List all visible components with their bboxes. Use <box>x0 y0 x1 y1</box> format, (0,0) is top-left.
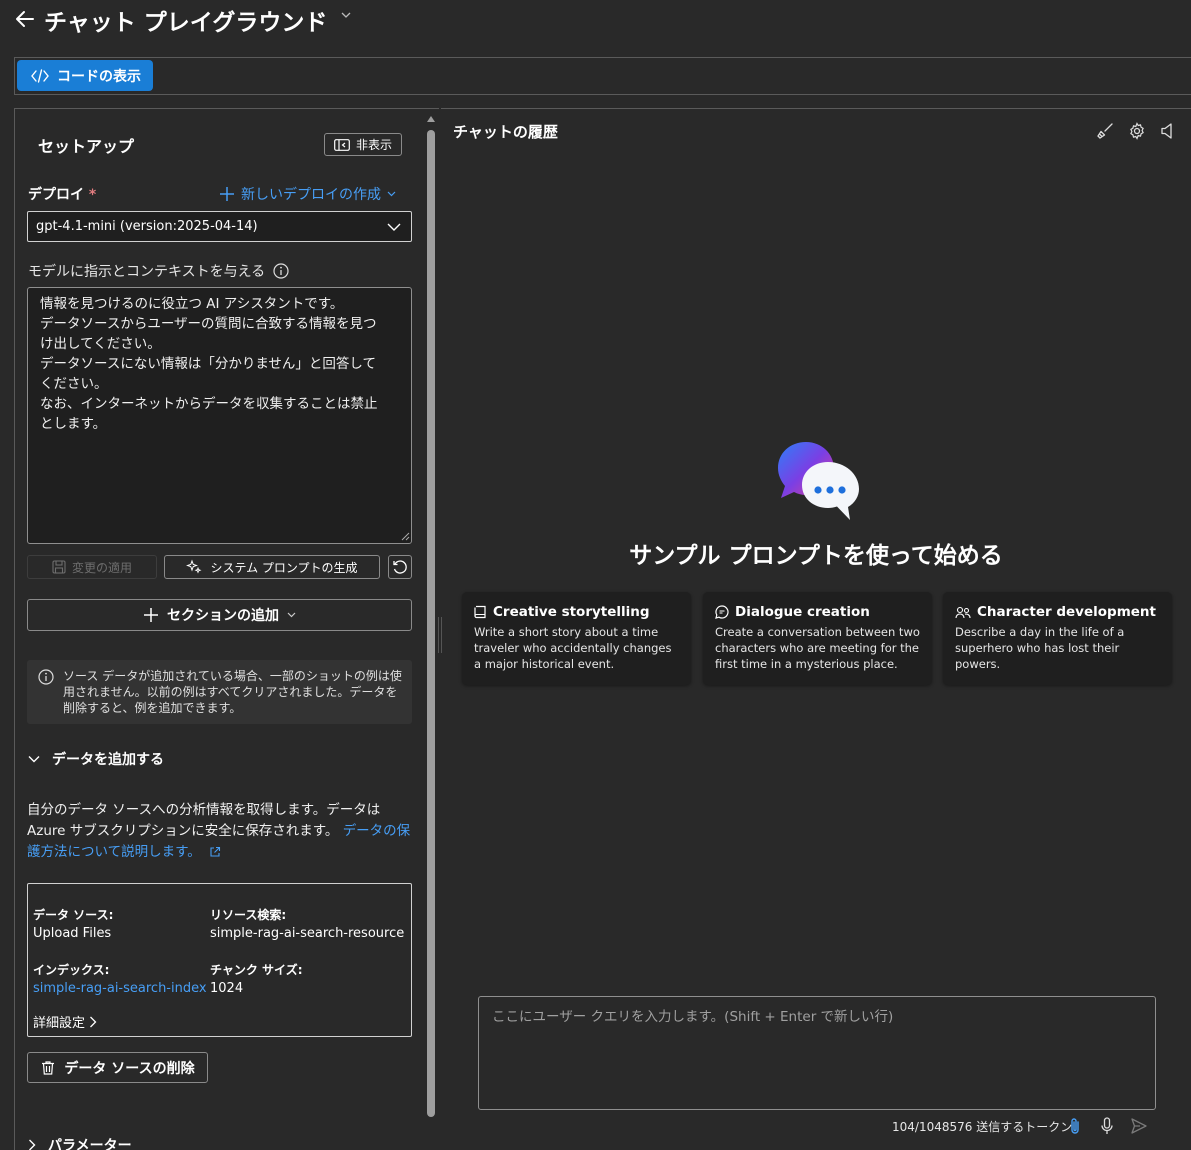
reset-button[interactable] <box>388 555 412 579</box>
settings-gear-icon[interactable] <box>1128 122 1146 140</box>
card-description: Write a short story about a time travele… <box>474 625 672 671</box>
attach-paperclip-icon[interactable] <box>1068 1117 1082 1135</box>
chevron-down-icon <box>387 191 396 197</box>
chat-history-title: チャットの履歴 <box>453 123 558 141</box>
add-data-section-toggle[interactable]: データを追加する <box>28 749 164 769</box>
deploy-select[interactable]: gpt-4.1-mini (version:2025-04-14) <box>27 211 412 242</box>
delete-datasource-button[interactable]: データ ソースの削除 <box>27 1052 208 1083</box>
save-icon <box>52 560 66 574</box>
resource-value: simple-rag-ai-search-resource <box>210 926 405 941</box>
apply-label: 変更の適用 <box>71 560 132 575</box>
view-code-label: コードの表示 <box>57 68 141 85</box>
plus-icon <box>143 607 159 623</box>
user-query-input[interactable]: ここにユーザー クエリを入力します。(Shift + Enter で新しい行) <box>478 996 1156 1110</box>
generate-system-prompt-button[interactable]: システム プロンプトの生成 <box>164 555 380 579</box>
scroll-up-arrow-icon[interactable] <box>427 116 435 122</box>
scrollbar-thumb[interactable] <box>427 130 435 1117</box>
card-title: Dialogue creation <box>735 604 870 620</box>
card-title: Character development <box>977 604 1156 620</box>
new-deploy-link[interactable]: 新しいデプロイの作成 <box>219 184 396 204</box>
chevron-right-icon <box>28 1139 36 1150</box>
hide-label: 非表示 <box>355 138 392 152</box>
chevron-down-icon <box>387 223 401 231</box>
title-chevron-down-icon[interactable] <box>341 11 351 19</box>
parameters-section-toggle[interactable]: パラメーター <box>28 1135 132 1150</box>
chevron-right-icon <box>89 1016 97 1028</box>
book-icon <box>474 605 487 619</box>
system-message-textarea[interactable]: 情報を見つけるのに役立つ AI アシスタントです。 データソースからユーザーの質… <box>27 287 412 544</box>
generate-prompt-label: システム プロンプトの生成 <box>210 560 358 575</box>
chunk-size-value: 1024 <box>210 981 244 996</box>
chevron-down-icon <box>287 612 296 618</box>
deploy-label: デプロイ * <box>28 187 97 203</box>
people-icon <box>955 606 971 619</box>
card-description: Create a conversation between two charac… <box>715 625 920 671</box>
code-icon <box>31 68 49 83</box>
chunk-size-label: チャンク サイズ: <box>210 963 303 977</box>
info-icon[interactable] <box>273 263 289 279</box>
setup-title: セットアップ <box>38 137 135 156</box>
plus-icon <box>219 186 235 202</box>
data-description: 自分のデータ ソースへの分析情報を取得します。データは Azure サブスクリプ… <box>27 802 411 860</box>
panel-collapse-icon <box>334 138 350 151</box>
advanced-settings-link[interactable]: 詳細設定 <box>33 1012 97 1031</box>
instructions-label: モデルに指示とコンテキストを与える <box>28 261 289 281</box>
card-description: Describe a day in the life of a superher… <box>955 625 1125 671</box>
view-code-button[interactable]: コードの表示 <box>17 60 153 91</box>
chat-bubble-icon <box>715 605 729 619</box>
hide-panel-button[interactable]: 非表示 <box>324 133 402 156</box>
sparkle-icon <box>186 559 202 575</box>
trash-icon <box>40 1060 56 1076</box>
chat-bubbles-logo-icon <box>776 440 860 524</box>
send-icon[interactable] <box>1130 1117 1148 1135</box>
prompt-card-creative-storytelling[interactable]: Creative storytelling Write a short stor… <box>462 592 691 685</box>
back-arrow-icon[interactable] <box>14 8 38 30</box>
add-section-button[interactable]: セクションの追加 <box>27 599 412 631</box>
token-count: 104/1048576 送信するトークン <box>892 1120 1073 1134</box>
parameters-label: パラメーター <box>48 1138 132 1150</box>
datasource-value: Upload Files <box>33 926 112 941</box>
datasource-label: データ ソース: <box>33 908 114 922</box>
apply-changes-button[interactable]: 変更の適用 <box>27 555 157 579</box>
sample-prompts-heading: サンプル プロンプトを使って始める <box>629 543 1003 569</box>
info-message-bar: ソース データが追加されている場合、一部のショットの例は使用されません。以前の例… <box>27 660 412 724</box>
card-title: Creative storytelling <box>493 604 650 620</box>
speaker-icon[interactable] <box>1160 122 1174 140</box>
clear-chat-broom-icon[interactable] <box>1096 122 1114 140</box>
required-mark: * <box>88 187 97 203</box>
add-section-label: セクションの追加 <box>167 608 279 624</box>
toolbar <box>14 57 1191 95</box>
deploy-select-value: gpt-4.1-mini (version:2025-04-14) <box>36 219 258 234</box>
external-link-icon[interactable] <box>209 846 221 858</box>
prompt-card-dialogue-creation[interactable]: Dialogue creation Create a conversation … <box>703 592 932 685</box>
add-data-label: データを追加する <box>52 752 164 768</box>
chevron-down-icon <box>28 755 40 763</box>
index-label: インデックス: <box>33 963 110 977</box>
info-icon <box>38 669 54 685</box>
resize-grip-icon[interactable] <box>400 531 410 541</box>
prompt-card-character-development[interactable]: Character development Describe a day in … <box>943 592 1172 685</box>
page-title: チャット プレイグラウンド <box>44 10 328 36</box>
new-deploy-label: 新しいデプロイの作成 <box>241 187 381 203</box>
index-link[interactable]: simple-rag-ai-search-index <box>33 981 207 996</box>
delete-datasource-label: データ ソースの削除 <box>64 1060 195 1077</box>
reset-icon <box>392 559 408 575</box>
resource-label: リソース検索: <box>210 908 287 922</box>
microphone-icon[interactable] <box>1100 1117 1114 1135</box>
